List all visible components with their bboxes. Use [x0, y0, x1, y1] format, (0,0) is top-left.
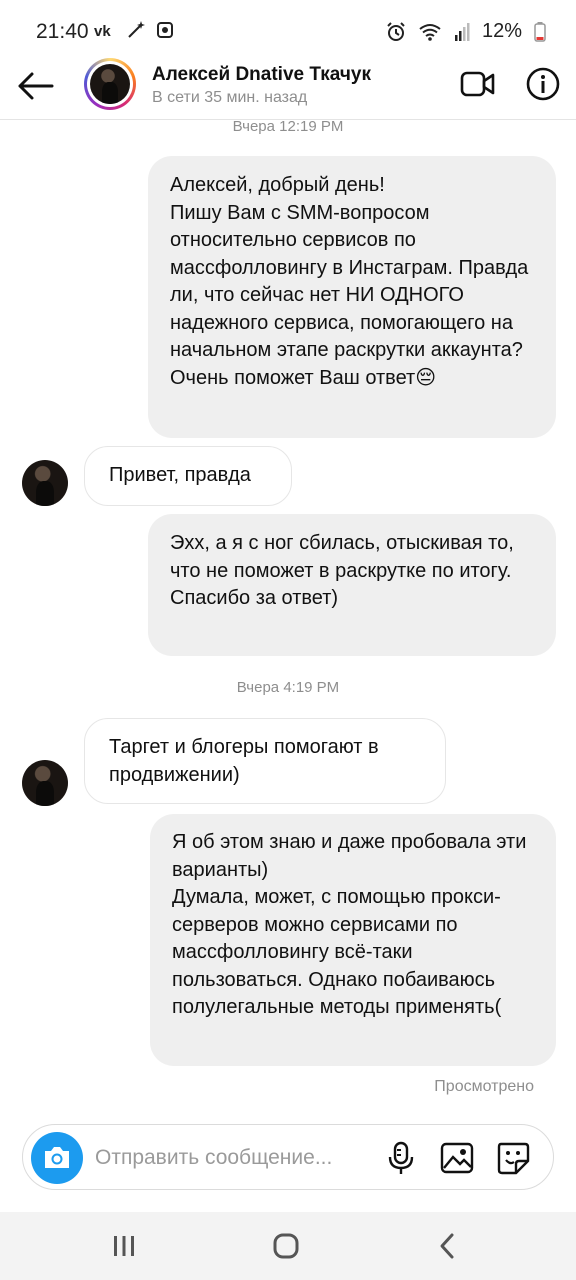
camera-button[interactable]: [31, 1132, 83, 1184]
camera-icon: [45, 1147, 69, 1168]
contact-name[interactable]: Алексей Dnative Ткачук: [152, 64, 371, 86]
message-composer: Отправить сообщение...: [22, 1124, 554, 1190]
video-call-icon[interactable]: [460, 68, 496, 100]
incoming-message[interactable]: Привет, правда: [84, 446, 292, 506]
sender-avatar[interactable]: [22, 760, 68, 806]
gallery-icon[interactable]: [439, 1140, 475, 1176]
outgoing-message[interactable]: Я об этом знаю и даже пробовала эти вари…: [150, 814, 556, 1066]
recent-apps-icon[interactable]: [104, 1230, 144, 1262]
back-nav-icon[interactable]: [428, 1230, 468, 1262]
incoming-message[interactable]: Таргет и блогеры помогают в продвижении): [84, 718, 446, 804]
outgoing-message[interactable]: Эхх, а я с ног сбилась, отыскивая то, чт…: [148, 514, 556, 656]
battery-icon: [534, 21, 546, 42]
contact-status: В сети 35 мин. назад: [152, 89, 308, 106]
sticker-icon[interactable]: [495, 1140, 531, 1176]
navigation-bar: [0, 1212, 576, 1280]
svg-text:vk: vk: [94, 23, 111, 37]
chat-header: Алексей Dnative Ткачук В сети 35 мин. на…: [0, 54, 576, 120]
battery-percent: 12%: [481, 20, 522, 42]
outgoing-message[interactable]: Алексей, добрый день! Пишу Вам с SMM-воп…: [148, 156, 556, 438]
home-icon[interactable]: [266, 1230, 306, 1262]
status-time: 21:40: [36, 20, 89, 43]
screenshot-icon: [157, 22, 173, 38]
microphone-icon[interactable]: [383, 1140, 419, 1176]
timestamp: Вчера 12:19 PM: [232, 118, 344, 135]
info-icon[interactable]: [525, 66, 561, 102]
back-arrow-icon[interactable]: [16, 68, 56, 104]
timestamp: Вчера 4:19 PM: [236, 679, 340, 696]
signal-icon: [454, 22, 470, 41]
profile-avatar[interactable]: [84, 58, 136, 110]
magic-wand-icon: [128, 21, 145, 38]
alarm-icon: [387, 21, 405, 41]
seen-status: Просмотрено: [434, 1078, 534, 1095]
status-right: 12%: [386, 20, 546, 43]
status-left-icons: vk: [94, 20, 174, 40]
wifi-icon: [419, 23, 441, 41]
sender-avatar[interactable]: [22, 460, 68, 506]
message-input[interactable]: Отправить сообщение...: [95, 1146, 332, 1170]
vk-icon: vk: [94, 23, 111, 37]
